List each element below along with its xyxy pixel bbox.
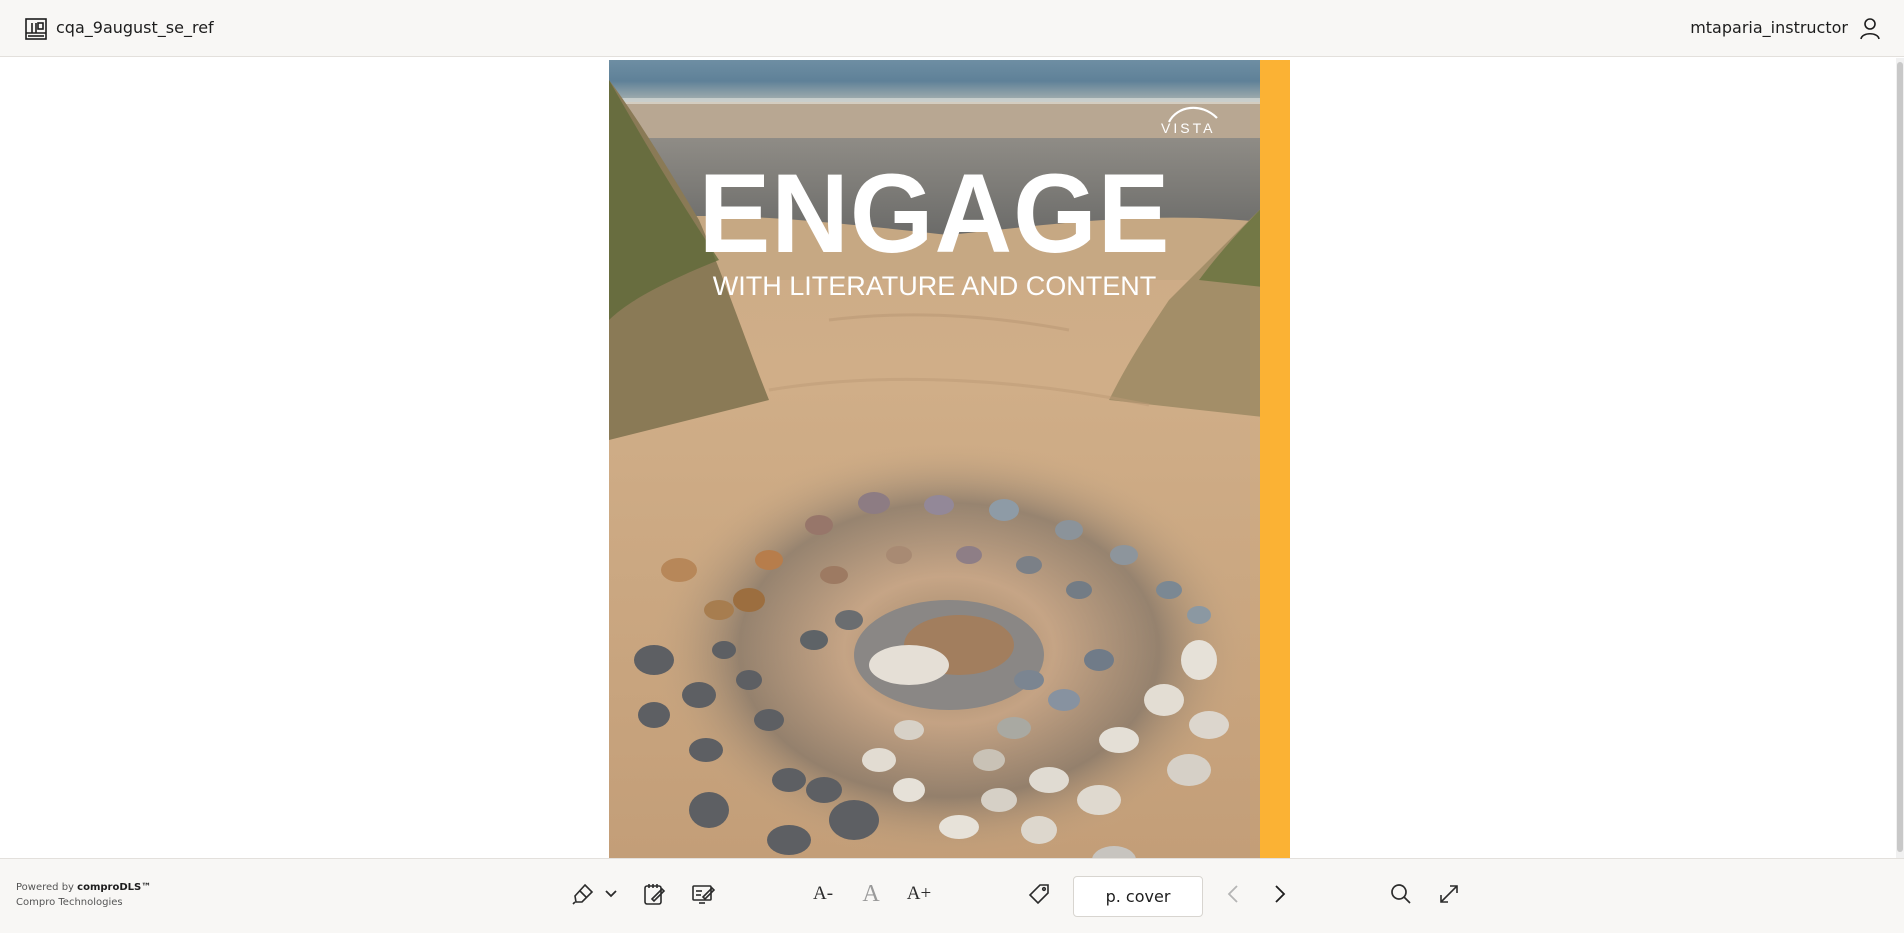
reader-viewport: VISTA ENGAGE WITH LITERATURE AND CONTENT	[0, 58, 1904, 858]
book-grid-icon[interactable]	[24, 17, 48, 41]
highlighter-pen-icon	[571, 882, 595, 906]
font-reset-label: A	[862, 880, 880, 907]
chevron-down-icon	[604, 889, 618, 899]
company-name: Compro Technologies	[16, 897, 123, 908]
next-page-button[interactable]	[1265, 879, 1295, 909]
annotations-icon	[691, 882, 715, 906]
annotations-button[interactable]	[688, 879, 718, 909]
powered-by-brand: comproDLS™	[77, 882, 152, 893]
publisher-logo: VISTA	[1161, 120, 1216, 136]
search-button[interactable]	[1386, 879, 1416, 909]
font-increase-label: A+	[906, 883, 932, 904]
cover-spine-stripe	[1260, 60, 1290, 858]
font-decrease-button[interactable]: A-	[808, 879, 838, 909]
page-number-field[interactable]: p. cover	[1073, 876, 1203, 917]
book-cover-page: VISTA ENGAGE WITH LITERATURE AND CONTENT	[609, 60, 1290, 858]
book-title: cqa_9august_se_ref	[56, 18, 214, 37]
top-bar: cqa_9august_se_ref mtaparia_instructor	[0, 0, 1904, 57]
user-icon[interactable]	[1859, 16, 1881, 40]
bookmark-tag-icon	[1027, 882, 1051, 906]
chevron-right-icon	[1274, 884, 1286, 904]
chevron-left-icon	[1227, 884, 1239, 904]
search-icon	[1390, 883, 1412, 905]
notepad-icon	[642, 882, 666, 906]
highlighter-button[interactable]	[568, 879, 598, 909]
bookmark-button[interactable]	[1024, 879, 1054, 909]
cover-subtitle: WITH LITERATURE AND CONTENT	[712, 271, 1157, 301]
powered-by-text: Powered by comproDLS™	[16, 881, 151, 895]
font-decrease-label: A-	[812, 883, 834, 904]
user-name[interactable]: mtaparia_instructor	[1690, 18, 1848, 38]
highlighter-menu-button[interactable]	[596, 879, 626, 909]
scrollbar-thumb[interactable]	[1897, 62, 1903, 852]
cover-title: ENGAGE	[698, 151, 1171, 276]
fullscreen-button[interactable]	[1434, 879, 1464, 909]
vertical-scrollbar[interactable]	[1896, 58, 1904, 858]
expand-icon	[1438, 883, 1460, 905]
font-reset-button[interactable]: A	[856, 879, 886, 909]
bottom-toolbar: Powered by comproDLS™ Compro Technologie…	[0, 858, 1904, 933]
powered-by-prefix: Powered by	[16, 882, 78, 893]
font-increase-button[interactable]: A+	[904, 879, 934, 909]
previous-page-button[interactable]	[1218, 879, 1248, 909]
notes-button[interactable]	[639, 879, 669, 909]
